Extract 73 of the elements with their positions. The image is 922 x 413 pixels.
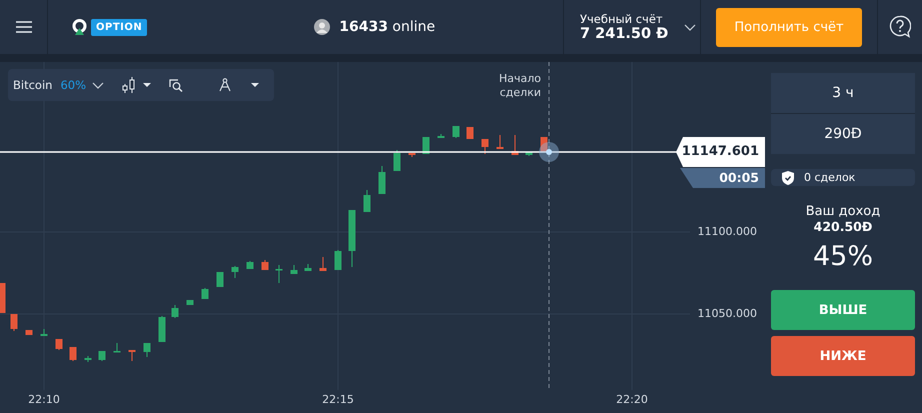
duration-field[interactable]: 3 ч (771, 73, 915, 113)
falling-candle (496, 134, 504, 150)
rising-candle (246, 260, 254, 270)
rising-candle (84, 356, 92, 362)
lower-button[interactable]: НИЖЕ (771, 336, 915, 376)
rising-candle (304, 264, 312, 272)
user-avatar-icon (314, 19, 330, 35)
rising-candle (422, 136, 430, 154)
payout-percent: 45% (812, 241, 874, 272)
rising-candle (334, 250, 342, 270)
zoom-icon[interactable] (169, 78, 183, 92)
time-axis-label: 22:20 (615, 393, 649, 406)
falling-candle (320, 256, 326, 272)
rising-candle (232, 266, 238, 278)
falling-candle (26, 330, 32, 336)
rising-candle (216, 272, 224, 288)
falling-candle (128, 350, 136, 362)
account-selector[interactable]: Учебный счёт 7 241.50 Đ (563, 0, 701, 54)
caret-icon[interactable] (251, 83, 259, 87)
rising-candle (438, 134, 444, 138)
falling-candle (10, 314, 18, 332)
falling-candle (262, 260, 268, 270)
account-balance: 7 241.50 Đ (580, 26, 668, 42)
income-label: Ваш доход (804, 204, 882, 219)
rising-candle (158, 316, 166, 342)
chevron-down-icon[interactable] (92, 82, 104, 88)
falling-candle (408, 152, 416, 158)
online-count: 16433 online (339, 19, 436, 35)
timer-tag: 00:05 (680, 168, 765, 188)
trade-start-label: Начало сделки (498, 72, 541, 100)
falling-candle (0, 282, 6, 314)
help-icon[interactable] (889, 15, 911, 39)
rising-candle (290, 264, 298, 274)
time-axis-label: 22:10 (27, 393, 61, 406)
rising-candle (114, 342, 120, 352)
income-value: 420.50Đ (812, 219, 874, 234)
falling-candle (56, 338, 62, 350)
rising-candle (202, 288, 208, 300)
rising-candle (276, 264, 282, 284)
rising-candle (40, 328, 48, 336)
rising-candle (526, 152, 532, 156)
rising-candle (144, 342, 150, 358)
rising-candle (186, 300, 194, 306)
rising-candle (452, 126, 460, 138)
price-point-marker (539, 142, 559, 162)
trades-count: 0 сделок (804, 171, 856, 184)
logo-icon (72, 19, 87, 35)
amount-field[interactable]: 290Đ (771, 113, 915, 154)
rising-candle (172, 304, 178, 318)
shield-check-icon (782, 170, 794, 184)
rising-candle (378, 166, 386, 194)
rising-candle (364, 190, 370, 212)
price-axis-label: 11050.000 (698, 307, 757, 320)
falling-candle (482, 138, 488, 154)
caret-icon[interactable] (143, 83, 151, 87)
menu-icon[interactable] (16, 21, 32, 33)
price-tag: 11147.601 (676, 137, 765, 167)
rising-candle (348, 210, 356, 268)
falling-candle (70, 346, 76, 362)
falling-candle (512, 134, 518, 156)
account-label: Учебный счёт (580, 12, 664, 26)
rising-candle (98, 350, 106, 362)
price-axis-label: 11100.000 (698, 225, 757, 238)
logo-badge: OPTION (91, 18, 148, 36)
chevron-down-icon (684, 24, 696, 30)
falling-candle (540, 136, 548, 152)
falling-candle (466, 126, 474, 140)
candlestick-icon[interactable] (122, 77, 135, 93)
time-axis-label: 22:15 (321, 393, 355, 406)
rising-candle (394, 150, 400, 172)
asset-name[interactable]: Bitcoin (13, 78, 52, 92)
compass-icon[interactable] (219, 78, 231, 92)
asset-payout[interactable]: 60% (60, 78, 86, 92)
